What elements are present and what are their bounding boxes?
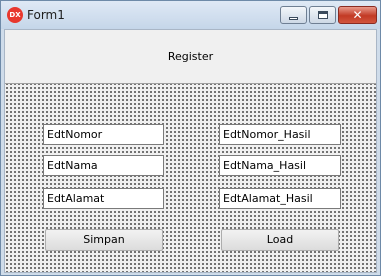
minimize-button[interactable] bbox=[280, 6, 307, 24]
edt-nama-hasil-input[interactable]: EdtNama_Hasil bbox=[219, 155, 341, 176]
app-icon[interactable]: DX bbox=[7, 7, 23, 23]
load-button[interactable]: Load bbox=[221, 229, 339, 251]
simpan-button[interactable]: Simpan bbox=[45, 229, 163, 251]
edt-nomor-hasil-input[interactable]: EdtNomor_Hasil bbox=[219, 124, 341, 145]
edt-alamat-input[interactable]: EdtAlamat bbox=[43, 188, 164, 209]
edt-nama-input[interactable]: EdtNama bbox=[43, 155, 164, 176]
title-bar[interactable]: DX Form1 ✕ bbox=[1, 1, 380, 29]
close-button[interactable]: ✕ bbox=[338, 6, 377, 24]
edt-nomor-input[interactable]: EdtNomor bbox=[43, 124, 164, 145]
edt-alamat-hasil-input[interactable]: EdtAlamat_Hasil bbox=[219, 188, 341, 209]
close-icon: ✕ bbox=[352, 8, 363, 22]
register-label: Register bbox=[167, 50, 214, 63]
maximize-button[interactable] bbox=[309, 6, 336, 24]
form-client-area: Register EdtNomor EdtNama EdtAlamat EdtN… bbox=[4, 29, 377, 273]
window-title: Form1 bbox=[27, 8, 65, 22]
maximize-icon bbox=[318, 11, 328, 19]
header-panel: Register bbox=[5, 30, 376, 84]
form1-window: DX Form1 ✕ Register EdtNomor EdtNama Edt… bbox=[0, 0, 381, 276]
minimize-icon bbox=[289, 17, 298, 20]
